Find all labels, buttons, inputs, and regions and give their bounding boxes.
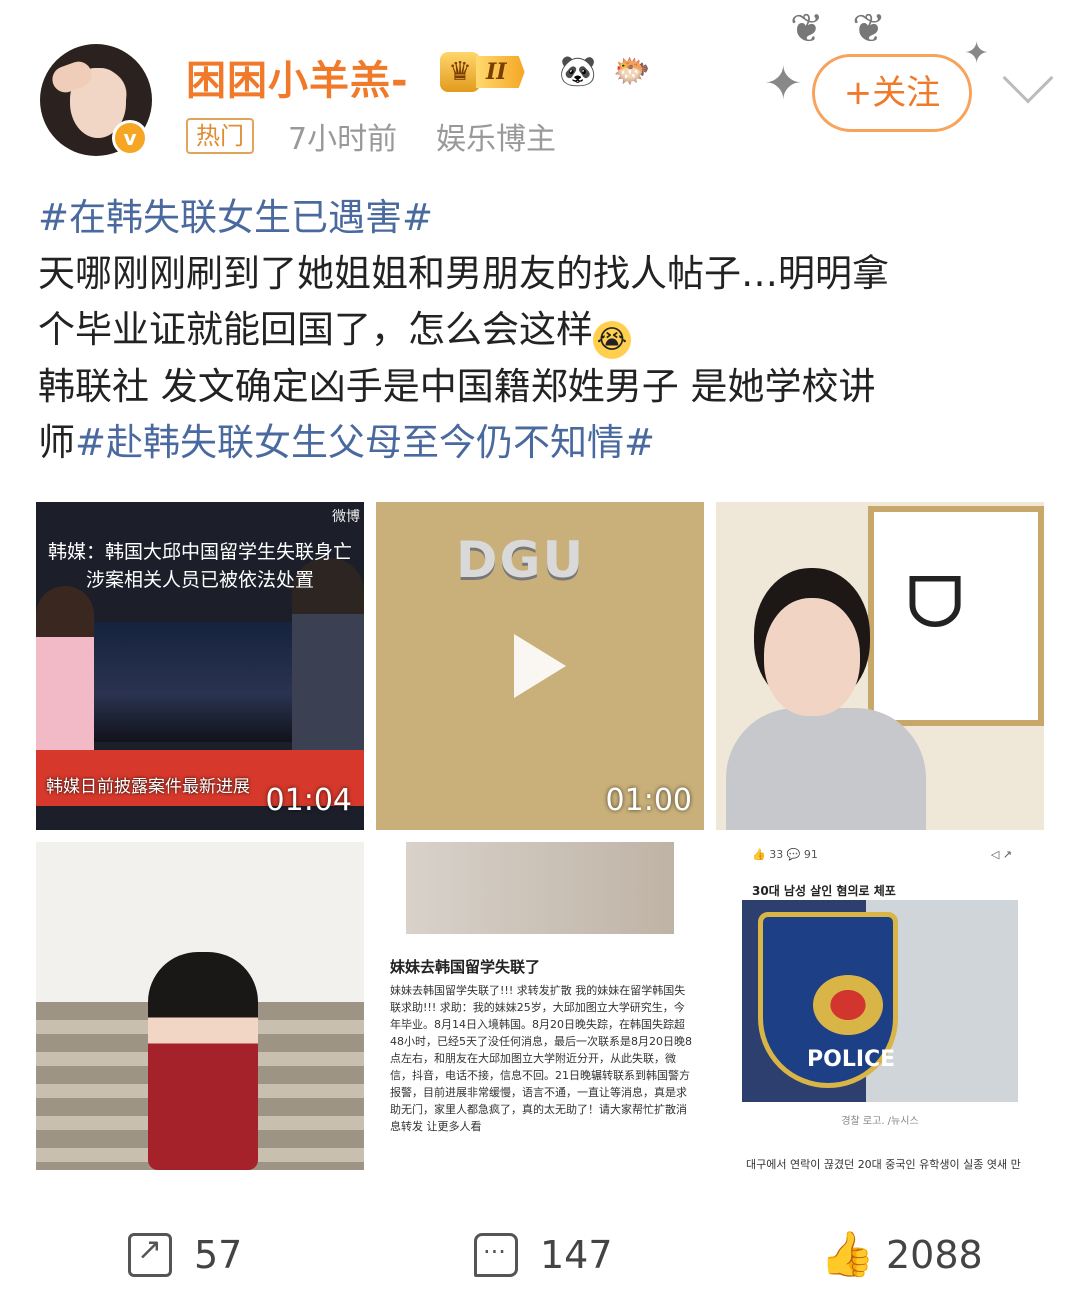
- comment-count: 147: [540, 1233, 613, 1277]
- news-footer: 대구에서 연락이 끊겼던 20대 중국인 유학생이 실종 엿새 만: [746, 1158, 1021, 1170]
- pufferfish-icon: 🐡: [613, 54, 651, 89]
- graduate-figure: [148, 952, 258, 1170]
- hoodie-figure: [726, 708, 926, 830]
- action-bar: 57 147 👍 2088: [0, 1205, 1080, 1305]
- police-text: POLICE: [807, 1047, 896, 1072]
- sparkle-icon: ✦: [964, 36, 990, 71]
- chevron-down-icon[interactable]: [1002, 52, 1054, 104]
- media-image-korean-news[interactable]: 👍 33 💬 91 ◁ ↗ 30대 남성 살인 혐의로 체포 POLICE 경찰 …: [716, 842, 1044, 1170]
- poster-title: 妹妹去韩国留学失联了: [390, 958, 541, 976]
- hot-tag: 热门: [186, 118, 254, 154]
- verified-badge-icon: v: [112, 120, 148, 156]
- comment-icon: [474, 1233, 518, 1277]
- news-anchor-female: [36, 586, 94, 756]
- follow-button[interactable]: +关注: [812, 54, 972, 132]
- media-image-portrait[interactable]: ᗜ: [716, 502, 1044, 830]
- comment-button[interactable]: 147: [474, 1233, 613, 1277]
- like-button[interactable]: 👍 2088: [820, 1229, 983, 1280]
- share-button[interactable]: 57: [128, 1232, 243, 1277]
- post-line: 韩联社 发文确定凶手是中国籍郑姓男子 是她学校讲: [38, 365, 876, 408]
- calligraphy-glyph: ᗜ: [906, 562, 965, 644]
- user-category: 娱乐博主: [436, 122, 556, 157]
- news-caption: 경찰 로고. /뉴시스: [841, 1116, 919, 1127]
- video-headline: 韩媒：韩国大邱中国留学生失联身亡 涉案相关人员已被依法处置: [47, 541, 352, 591]
- post-time: 7小时前: [288, 122, 398, 157]
- poster-photo: [406, 842, 674, 934]
- news-headline: 30대 남성 살인 혐의로 체포: [752, 884, 896, 898]
- news-photo: POLICE: [742, 900, 1018, 1102]
- post-line: 天哪刚刚刷到了她姐姐和男朋友的找人帖子…明明拿: [38, 252, 889, 295]
- video-subtitle: 韩媒日前披露案件最新进展: [46, 777, 250, 797]
- sparkle-icon: ✦: [764, 56, 803, 110]
- post-line: 师: [38, 421, 75, 464]
- share-icon: [128, 1232, 172, 1277]
- media-video-news[interactable]: 韩媒：韩国大邱中国留学生失联身亡 涉案相关人员已被依法处置 微博 韩媒日前披露案…: [36, 502, 364, 830]
- vip-badge[interactable]: ♛ II: [440, 52, 525, 92]
- dgu-sign: DGU: [456, 531, 586, 589]
- crown-icon: ♛: [440, 52, 480, 92]
- username[interactable]: 困困小羊羔-: [186, 48, 409, 106]
- poster-body: 妹妹去韩国留学失联了!!! 求转发扩散 我的妹妹在留学韩国失联求助!!! 求助：…: [390, 984, 692, 1133]
- media-image-graduation[interactable]: [36, 842, 364, 1170]
- vip-level: II: [476, 56, 525, 88]
- crying-emoji-icon: 😭: [593, 321, 631, 359]
- post-text: #在韩失联女生已遇害# 天哪刚刚刷到了她姐姐和男朋友的找人帖子…明明拿 个毕业证…: [38, 190, 1048, 471]
- media-image-missing-post[interactable]: 妹妹去韩国留学失联了 妹妹去韩国留学失联了!!! 求转发扩散 我的妹妹在留学韩国…: [376, 842, 704, 1170]
- police-emblem: [813, 975, 883, 1035]
- play-icon[interactable]: [514, 634, 566, 698]
- video-duration: 01:04: [265, 783, 352, 818]
- weibo-watermark: 微博: [332, 509, 360, 525]
- hashtag-link[interactable]: #在韩失联女生已遇害#: [38, 196, 433, 239]
- hashtag-link[interactable]: #赴韩失联女生父母至今仍不知情#: [75, 421, 655, 464]
- video-duration: 01:00: [605, 783, 692, 818]
- post-line: 个毕业证就能回国了，怎么会这样: [38, 308, 593, 351]
- portrait-face: [764, 598, 860, 716]
- news-reactions: 👍 33 💬 91: [752, 848, 818, 861]
- police-badge-icon: POLICE: [758, 912, 898, 1088]
- thumbs-up-icon: 👍: [820, 1229, 875, 1280]
- like-count: 2088: [886, 1233, 983, 1277]
- media-video-campus[interactable]: DGU 01:00: [376, 502, 704, 830]
- news-share-icon: ◁ ↗: [990, 848, 1012, 861]
- news-toolbar: 👍 33 💬 91 ◁ ↗: [752, 848, 1012, 861]
- panda-icon: 🐼: [559, 54, 597, 89]
- share-count: 57: [194, 1233, 243, 1277]
